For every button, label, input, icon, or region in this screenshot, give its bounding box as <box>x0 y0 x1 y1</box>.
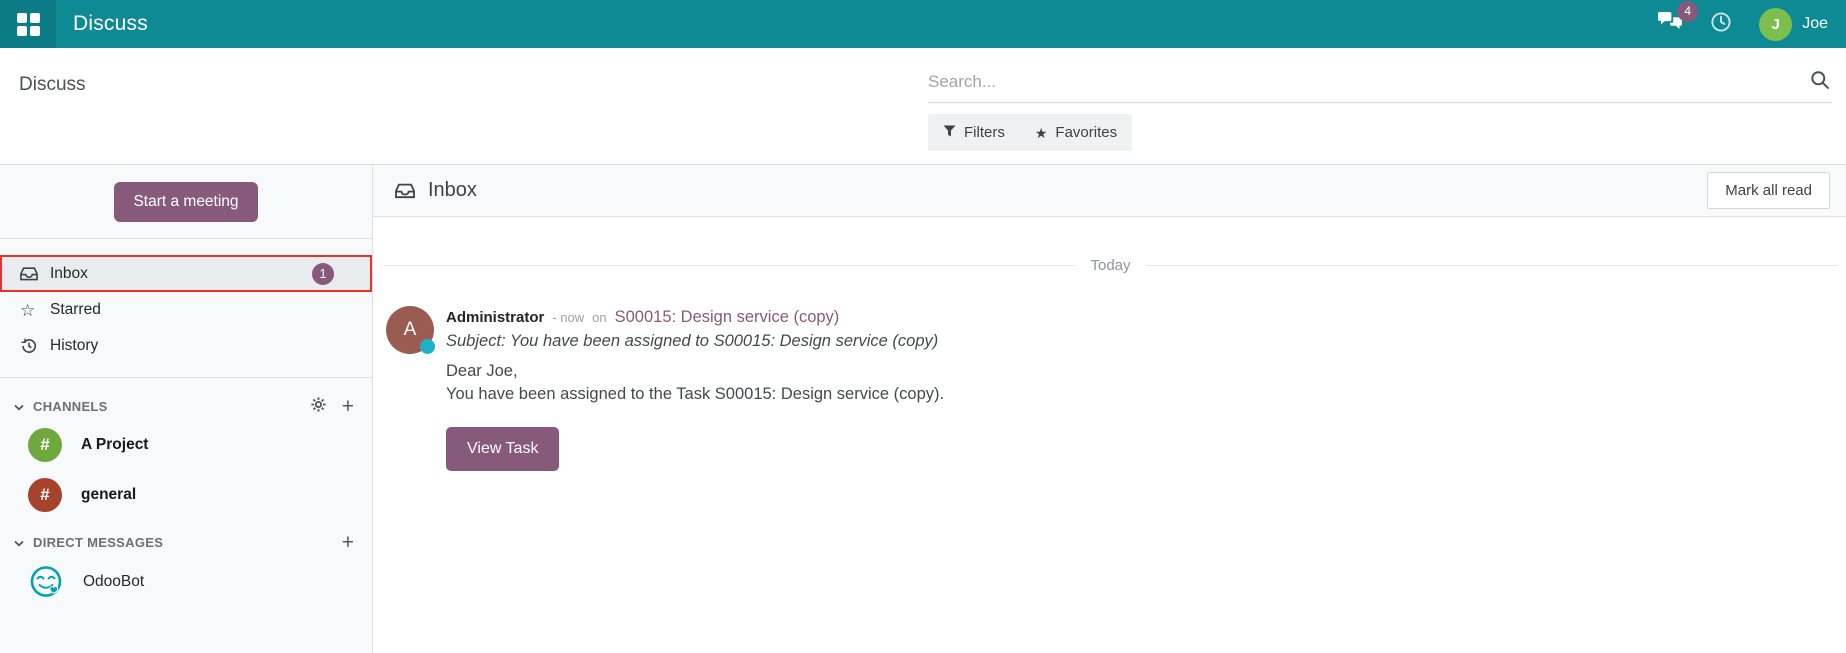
apps-menu-button[interactable] <box>0 0 56 48</box>
message-author: Administrator <box>446 309 544 326</box>
thread-title: Inbox <box>395 179 477 202</box>
channel-settings-button[interactable] <box>310 396 327 416</box>
message: A Administrator - now on S00015: Design … <box>383 306 1838 471</box>
sidebar-dm-odoobot[interactable]: OdooBot <box>0 556 372 608</box>
search-button[interactable] <box>1808 70 1832 93</box>
history-icon <box>20 337 38 355</box>
top-navbar: Discuss 4 <box>0 0 1846 48</box>
sidebar-channel-a-project[interactable]: # A Project <box>0 420 372 470</box>
add-direct-message-button[interactable]: + <box>342 532 354 553</box>
hash-icon: # <box>40 485 49 505</box>
online-status-dot <box>420 339 435 354</box>
record-link[interactable]: S00015: Design service (copy) <box>615 308 840 327</box>
search-icon <box>1810 70 1830 93</box>
view-task-button[interactable]: View Task <box>446 427 559 471</box>
plus-icon: + <box>342 532 354 553</box>
odoobot-avatar <box>28 564 64 600</box>
direct-messages-header-label: DIRECT MESSAGES <box>33 535 163 550</box>
channels-header-label: CHANNELS <box>33 399 108 414</box>
start-meeting-button[interactable]: Start a meeting <box>114 182 257 222</box>
body-region: Start a meeting Inbox 1 ☆ Starred <box>0 165 1846 653</box>
filters-label: Filters <box>964 124 1005 141</box>
user-menu-button[interactable]: J Joe <box>1759 8 1828 41</box>
author-avatar-initial: A <box>404 319 417 341</box>
messages-count-badge: 4 <box>1677 1 1698 22</box>
inbox-unread-badge: 1 <box>312 263 334 285</box>
star-filled-icon: ★ <box>1035 126 1048 140</box>
messages-menu-button[interactable]: 4 <box>1657 11 1683 38</box>
search-input[interactable] <box>928 72 1808 92</box>
channel-name: A Project <box>81 436 148 454</box>
thread-panel: Inbox Mark all read Today A Administrato… <box>373 165 1846 653</box>
star-outline-icon: ☆ <box>20 302 38 319</box>
inbox-icon <box>395 181 415 201</box>
sidebar-channel-general[interactable]: # general <box>0 470 372 520</box>
sidebar-item-label: Starred <box>50 301 101 319</box>
date-divider-label: Today <box>1090 257 1130 274</box>
message-body-line: You have been assigned to the Task S0001… <box>446 383 944 406</box>
dm-name: OdooBot <box>83 573 144 591</box>
apps-grid-icon <box>17 13 40 36</box>
discuss-app-window: Discuss 4 <box>0 0 1846 653</box>
message-on-label: on <box>592 310 606 325</box>
breadcrumb: Discuss <box>19 74 86 96</box>
clock-icon <box>1710 11 1732 38</box>
chevron-down-icon <box>14 535 24 550</box>
date-divider: Today <box>383 257 1838 274</box>
user-avatar: J <box>1759 8 1792 41</box>
channel-avatar: # <box>28 478 62 512</box>
chevron-down-icon <box>14 399 24 414</box>
sidebar-divider <box>0 238 372 239</box>
channel-avatar: # <box>28 428 62 462</box>
favorites-button[interactable]: ★ Favorites <box>1020 114 1132 151</box>
channel-name: general <box>81 486 136 504</box>
mark-all-read-button[interactable]: Mark all read <box>1707 172 1830 209</box>
thread-header: Inbox Mark all read <box>373 165 1846 217</box>
sidebar-item-inbox[interactable]: Inbox 1 <box>0 255 372 292</box>
sidebar-item-starred[interactable]: ☆ Starred <box>0 292 372 328</box>
gear-icon <box>310 396 327 416</box>
user-name: Joe <box>1802 15 1828 33</box>
message-timestamp: - now <box>552 310 584 325</box>
add-channel-button[interactable]: + <box>342 396 354 417</box>
sidebar-divider <box>0 377 372 378</box>
systray: 4 J Joe <box>1657 8 1846 41</box>
direct-messages-section-header[interactable]: DIRECT MESSAGES + <box>0 528 372 556</box>
discuss-sidebar: Start a meeting Inbox 1 ☆ Starred <box>0 165 373 653</box>
user-avatar-initial: J <box>1772 16 1780 33</box>
channels-section-header[interactable]: CHANNELS + <box>0 392 372 420</box>
activity-menu-button[interactable] <box>1710 11 1732 38</box>
control-panel: Discuss Filters <box>0 48 1846 165</box>
favorites-label: Favorites <box>1055 124 1117 141</box>
app-title[interactable]: Discuss <box>73 12 148 36</box>
plus-icon: + <box>342 396 354 417</box>
filter-bar: Filters ★ Favorites <box>928 114 1132 151</box>
sidebar-item-history[interactable]: History <box>0 328 372 364</box>
mailbox-list: Inbox 1 ☆ Starred History <box>0 255 372 364</box>
sidebar-item-label: Inbox <box>50 265 88 283</box>
hash-icon: # <box>40 435 49 455</box>
message-greeting: Dear Joe, <box>446 360 944 383</box>
message-header: Administrator - now on S00015: Design se… <box>446 308 944 327</box>
filters-button[interactable]: Filters <box>928 114 1020 151</box>
author-avatar: A <box>386 306 434 354</box>
thread-title-label: Inbox <box>428 179 477 202</box>
search-area <box>928 70 1832 103</box>
inbox-icon <box>20 265 38 283</box>
message-content: Administrator - now on S00015: Design se… <box>446 306 944 471</box>
message-subject: Subject: You have been assigned to S0001… <box>446 332 944 351</box>
message-body: Dear Joe, You have been assigned to the … <box>446 360 944 407</box>
funnel-icon <box>943 124 956 141</box>
sidebar-item-label: History <box>50 337 98 355</box>
message-list: Today A Administrator - now on S00015: D… <box>373 217 1846 471</box>
